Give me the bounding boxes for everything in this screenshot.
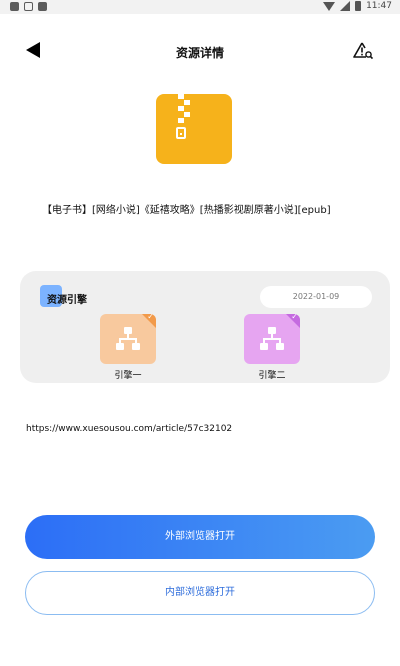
engine-1-tile[interactable]: ✓ xyxy=(100,314,156,364)
signal-icon xyxy=(340,1,351,11)
date-pill: 2022-01-09 xyxy=(260,286,372,308)
zip-file-icon xyxy=(156,94,232,164)
engine-2-label: 引擎二 xyxy=(258,371,286,381)
notification-icon xyxy=(24,2,33,11)
engine-card-header: 资源引擎 xyxy=(40,285,87,307)
notification-icon xyxy=(10,2,19,11)
notification-icon xyxy=(38,2,47,11)
engine-option-1[interactable]: ✓ 引擎一 xyxy=(100,314,156,381)
check-icon: ✓ xyxy=(291,314,298,321)
status-time: 11:47 xyxy=(366,1,392,11)
open-external-browser-button[interactable]: 外部浏览器打开 xyxy=(25,515,375,559)
check-icon: ✓ xyxy=(147,314,154,321)
engine-card-label: 资源引擎 xyxy=(47,295,87,306)
engine-2-tile[interactable]: ✓ xyxy=(244,314,300,364)
engine-1-label: 引擎一 xyxy=(114,371,142,381)
open-internal-browser-button[interactable]: 内部浏览器打开 xyxy=(25,571,375,615)
engine-option-2[interactable]: ✓ 引擎二 xyxy=(244,314,300,381)
network-tree-icon xyxy=(260,327,284,350)
resource-url[interactable]: https://www.xuesousou.com/article/57c321… xyxy=(26,424,232,434)
status-bar: 11:47 xyxy=(0,0,400,14)
page-title: 资源详情 xyxy=(175,46,224,60)
report-warning-icon[interactable] xyxy=(353,41,375,61)
resource-name: 【电子书】[网络小说]《延禧攻略》[热播影视剧原著小说][epub] xyxy=(42,205,331,216)
engine-card: 资源引擎 2022-01-09 ✓ 引擎一 ✓ 引擎二 xyxy=(20,271,390,383)
network-tree-icon xyxy=(116,327,140,350)
battery-icon xyxy=(355,1,362,11)
wifi-icon xyxy=(323,1,336,11)
